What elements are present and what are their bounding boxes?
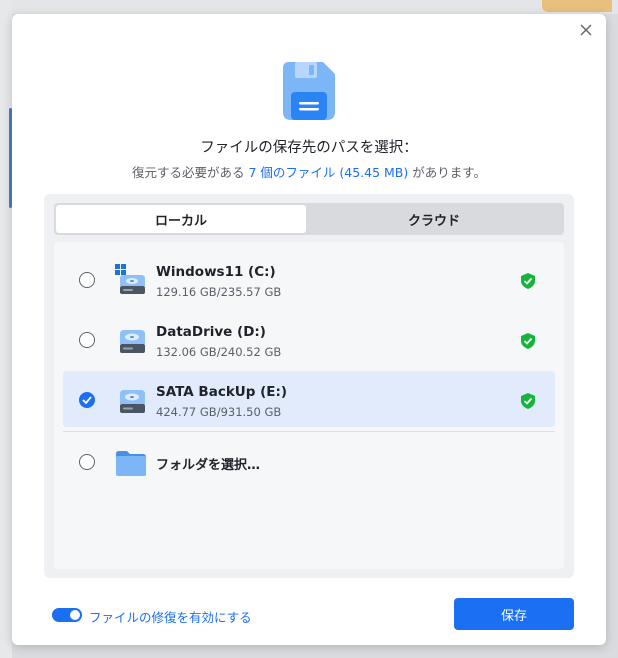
tab-cloud[interactable]: クラウド (306, 205, 562, 233)
drive-item-e[interactable]: SATA BackUp (E:) 424.77 GB/931.50 GB (63, 371, 555, 427)
drive-icon (120, 330, 145, 353)
destination-panel: ローカル クラウド Windows11 (C:) 129.16 GB/235.5… (44, 194, 574, 578)
repair-toggle-label[interactable]: ファイルの修復を有効にする (89, 607, 252, 626)
check-icon (82, 396, 92, 404)
subtitle-prefix: 復元する必要がある (131, 165, 245, 180)
shield-check-icon (521, 273, 535, 289)
drive-size: 132.06 GB/240.52 GB (156, 345, 282, 359)
select-folder-item[interactable]: フォルダを選択… (63, 434, 555, 490)
radio-button[interactable] (79, 454, 95, 470)
tab-local[interactable]: ローカル (56, 205, 306, 233)
drive-icon (120, 390, 145, 413)
drive-list: Windows11 (C:) 129.16 GB/235.57 GB DataD (54, 242, 564, 569)
drive-name: SATA BackUp (E:) (156, 384, 288, 400)
file-count-highlight: 7 個のファイル (45.45 MB) (248, 165, 409, 180)
close-button[interactable] (576, 20, 596, 40)
select-folder-label: フォルダを選択… (156, 458, 261, 473)
close-icon (580, 24, 592, 36)
toggle-knob (70, 610, 80, 620)
repair-toggle[interactable] (52, 608, 82, 622)
background-app-left (0, 0, 12, 658)
drive-item-c[interactable]: Windows11 (C:) 129.16 GB/235.57 GB (63, 251, 555, 307)
drive-name: Windows11 (C:) (156, 264, 276, 280)
folder-icon (116, 451, 146, 476)
dialog-title: ファイルの保存先のパスを選択： (200, 140, 418, 156)
windows-drive-icon (115, 264, 145, 294)
radio-button-checked[interactable] (79, 392, 95, 408)
shield-check-icon (521, 393, 535, 409)
radio-button[interactable] (79, 272, 95, 288)
save-button[interactable]: 保存 (454, 598, 574, 630)
drive-size: 424.77 GB/931.50 GB (156, 405, 282, 419)
location-tabs: ローカル クラウド (54, 203, 564, 235)
background-app-badge (542, 0, 612, 12)
drive-name: DataDrive (D:) (156, 324, 266, 340)
floppy-disk-icon (283, 62, 335, 120)
subtitle-suffix: があります。 (412, 165, 487, 180)
save-location-dialog: ファイルの保存先のパスを選択： 復元する必要がある 7 個のファイル (45.4… (12, 14, 606, 645)
shield-check-icon (521, 333, 535, 349)
radio-button[interactable] (79, 332, 95, 348)
background-app-top (0, 0, 618, 14)
drive-item-d[interactable]: DataDrive (D:) 132.06 GB/240.52 GB (63, 311, 555, 367)
drive-size: 129.16 GB/235.57 GB (156, 285, 282, 299)
dialog-subtitle: 復元する必要がある 7 個のファイル (45.45 MB) があります。 (12, 162, 606, 181)
list-divider (63, 431, 555, 432)
